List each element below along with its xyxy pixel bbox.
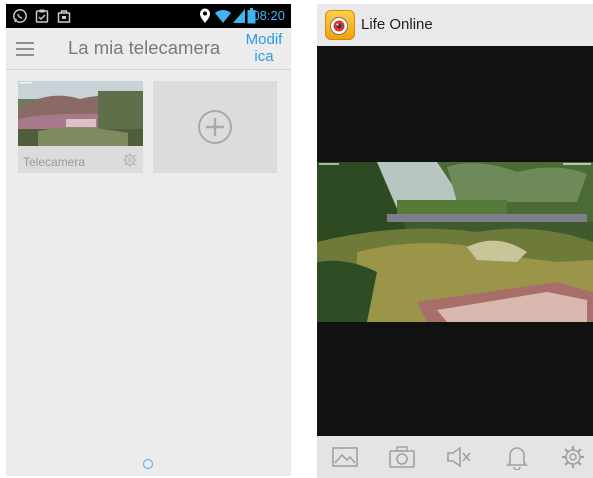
- status-bar: 08:20: [6, 4, 291, 28]
- hamburger-menu-icon[interactable]: [16, 42, 34, 56]
- page-title: La mia telecamera: [68, 37, 221, 58]
- app-logo-icon: [325, 10, 355, 40]
- plus-circle-icon[interactable]: [197, 109, 233, 149]
- signal-icon: [232, 8, 246, 28]
- app-title: Life Online: [361, 16, 433, 33]
- gear-icon[interactable]: [559, 444, 587, 470]
- edit-button[interactable]: Modif ica: [241, 31, 287, 65]
- edit-label-line1: Modif: [245, 31, 283, 48]
- add-camera-button[interactable]: [153, 81, 277, 173]
- left-phone-screen: 08:20 La mia telecamera Modif ica Teleca…: [6, 4, 291, 476]
- gear-icon[interactable]: [122, 152, 138, 172]
- camera-name: Telecamera: [23, 155, 86, 169]
- camera-icon[interactable]: [388, 444, 416, 470]
- whatsapp-icon: [12, 8, 28, 28]
- edit-label-line2: ica: [254, 48, 274, 65]
- app-header: La mia telecamera Modif ica: [6, 28, 291, 70]
- status-time: 08:20: [252, 8, 285, 23]
- bell-icon[interactable]: [503, 444, 531, 471]
- location-pin-icon: [199, 8, 211, 28]
- shopping-bag-icon: [56, 8, 72, 28]
- live-video-area[interactable]: [317, 46, 593, 436]
- gallery-icon[interactable]: [331, 444, 359, 470]
- page-indicator-dot: [143, 459, 153, 469]
- clipboard-check-icon: [34, 8, 50, 28]
- bottom-toolbar: [317, 436, 593, 478]
- app-bar: Life Online: [317, 4, 593, 46]
- camera-thumbnail[interactable]: [18, 81, 143, 146]
- wifi-icon: [214, 8, 232, 28]
- live-video-frame[interactable]: [317, 162, 593, 322]
- camera-card[interactable]: Telecamera: [18, 81, 143, 173]
- right-phone-screen: Life Online: [317, 4, 593, 478]
- mute-speaker-icon[interactable]: [445, 444, 473, 470]
